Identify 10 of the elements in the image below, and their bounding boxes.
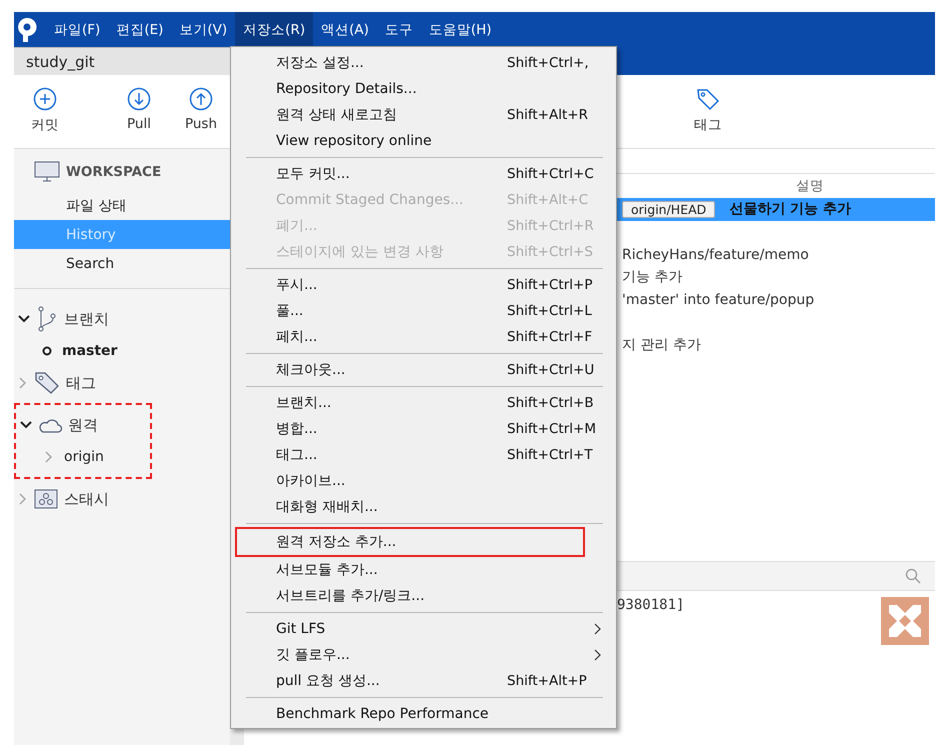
group-label: 스태시: [64, 490, 109, 508]
branch-tag: origin/HEAD: [622, 200, 716, 218]
group-label: 태그: [66, 374, 96, 392]
commit-detail: 9380181]: [617, 597, 684, 615]
section-title: WORKSPACE: [66, 164, 162, 180]
item-label: master: [62, 343, 118, 359]
commit-message: 선물하기 기능 추가: [729, 200, 852, 218]
group-label: 원격: [68, 416, 98, 434]
item-label: origin: [64, 449, 104, 465]
group-label: 브랜치: [64, 310, 109, 328]
